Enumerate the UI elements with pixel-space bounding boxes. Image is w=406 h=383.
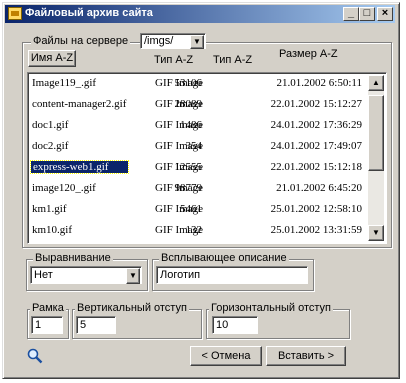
file-date: 25.01.2002 13:31:59 — [270, 224, 362, 236]
close-button[interactable]: × — [377, 7, 393, 21]
chevron-down-icon[interactable]: ▼ — [126, 268, 140, 284]
file-row[interactable]: content-manager2.gif GIF Image 28089 22.01.… — [28, 96, 368, 114]
window-title: Файловый архив сайта — [25, 7, 153, 19]
files-group-legend: Файлы на сервере — [31, 35, 131, 47]
file-date: 21.01.2002 6:50:11 — [276, 77, 362, 89]
file-date: 24.01.2002 17:36:29 — [270, 119, 362, 131]
file-size: 98779 — [174, 182, 203, 194]
file-date: 22.01.2002 15:12:18 — [270, 161, 362, 173]
file-row[interactable]: km1.gif GIF Image 5461 25.01.2002 12:58:10 — [28, 201, 368, 219]
file-name: doc1.gif — [32, 119, 69, 131]
title-bar[interactable]: Файловый архив сайта _ □ × — [5, 5, 395, 23]
vspace-input[interactable]: 5 — [76, 316, 116, 334]
vspace-legend: Вертикальный отступ — [75, 302, 189, 314]
sort-size-header[interactable]: Тип A-Z — [213, 54, 252, 66]
chevron-down-icon[interactable]: ▼ — [190, 35, 204, 49]
file-name: Image119_.gif — [32, 77, 97, 89]
file-row[interactable]: km10.gif GIF Image 132 25.01.2002 13:31:59 — [28, 222, 368, 240]
file-size: 1486 — [180, 119, 202, 131]
file-date: 25.01.2002 12:58:10 — [270, 203, 362, 215]
scroll-thumb[interactable] — [368, 95, 384, 171]
file-row[interactable]: doc1.gif GIF Image 1486 24.01.2002 17:36:29 — [28, 117, 368, 135]
file-row[interactable]: doc2.gif GIF Image 354 24.01.2002 17:49:07 — [28, 138, 368, 156]
file-name: express-web1.gif — [29, 160, 130, 174]
hspace-legend: Горизонтальный отступ — [209, 302, 333, 314]
file-size: 5461 — [180, 203, 202, 215]
file-name: image120_.gif — [32, 182, 96, 194]
minimize-button[interactable]: _ — [343, 7, 359, 21]
file-size: 53106 — [174, 77, 203, 89]
sort-type-header[interactable]: Тип A-Z — [154, 54, 193, 66]
file-row[interactable]: Image119_.gif GIF Image 53106 21.01.2002 6:… — [28, 75, 368, 93]
file-name: content-manager2.gif — [32, 98, 127, 110]
insert-button[interactable]: Вставить > — [266, 346, 346, 366]
file-date: 21.01.2002 6:45:20 — [276, 182, 362, 194]
file-date: 22.01.2002 15:12:27 — [270, 98, 362, 110]
frame-input[interactable]: 1 — [31, 316, 63, 334]
file-name: km10.gif — [32, 224, 73, 236]
file-list-scrollbar[interactable]: ▲ ▼ — [368, 75, 384, 241]
frame-input-value: 1 — [35, 319, 42, 331]
frame-legend: Рамка — [30, 302, 66, 314]
scroll-up-icon[interactable]: ▲ — [368, 75, 384, 91]
sort-date-header[interactable]: Размер A-Z — [279, 48, 338, 60]
file-size: 28089 — [174, 98, 203, 110]
maximize-button[interactable]: □ — [359, 7, 375, 21]
file-row[interactable]: km11.gifGIF Image — [28, 243, 368, 244]
cancel-button[interactable]: < Отмена — [190, 346, 262, 366]
tooltip-input[interactable]: Логотип — [156, 266, 308, 284]
search-icon[interactable] — [26, 347, 44, 365]
file-row[interactable]: image120_.gif GIF Image 98779 21.01.2002 6:… — [28, 180, 368, 198]
tooltip-legend: Всплывающее описание — [159, 252, 289, 264]
file-size: 12555 — [174, 161, 203, 173]
file-date: 24.01.2002 17:49:07 — [270, 140, 362, 152]
folder-select[interactable]: /imgs/ ▼ — [140, 33, 206, 49]
file-name: doc2.gif — [32, 140, 69, 152]
app-icon — [8, 7, 22, 20]
hspace-input[interactable]: 10 — [212, 316, 258, 334]
sort-name-button[interactable]: Имя A-Z — [28, 50, 76, 67]
file-list[interactable]: Image119_.gif GIF Image 53106 21.01.2002 6:… — [27, 72, 387, 244]
vspace-input-value: 5 — [80, 319, 87, 331]
alignment-select[interactable]: Нет ▼ — [30, 266, 142, 284]
folder-select-value: /imgs/ — [144, 35, 174, 47]
scroll-down-icon[interactable]: ▼ — [368, 225, 384, 241]
file-size: 132 — [185, 224, 203, 236]
file-name: km1.gif — [32, 203, 67, 215]
tooltip-input-value: Логотип — [160, 269, 201, 281]
file-size: 354 — [185, 140, 203, 152]
file-row[interactable]: express-web1.gif GIF Image 12555 22.01.2002… — [28, 159, 368, 177]
hspace-input-value: 10 — [216, 319, 229, 331]
alignment-select-value: Нет — [34, 269, 53, 281]
alignment-legend: Выравнивание — [33, 252, 113, 264]
